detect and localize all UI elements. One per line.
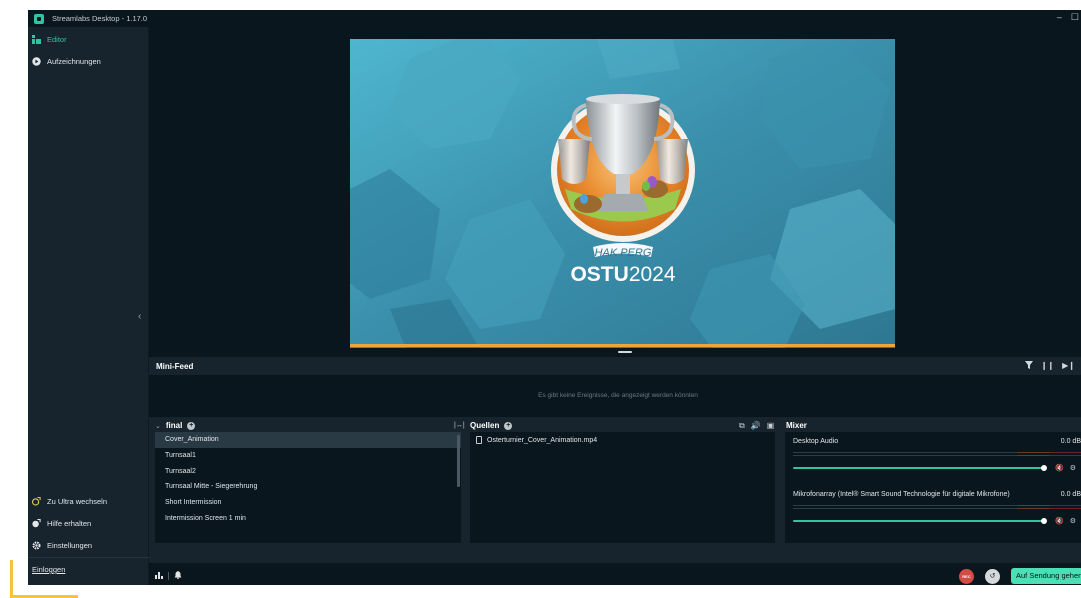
minifeed-empty-text: Es gibt keine Ereignisse, die angezeigt … [538, 391, 698, 399]
nav-help-label: Hilfe erhalten [47, 519, 92, 528]
volume-slider[interactable] [793, 520, 1045, 522]
preview-artwork: HAK PERG OSTU2024 [350, 39, 895, 348]
nav-recordings[interactable]: Aufzeichnungen [32, 57, 101, 66]
source-group-icon[interactable]: ⧉ [739, 421, 745, 431]
volume-meter [793, 452, 1081, 457]
dock-panels: ⌄ final + |↔| Cover_Animation Turnsaal1 … [149, 417, 1081, 563]
file-icon [476, 436, 482, 444]
collapse-sidebar-icon[interactable]: ‹ [138, 311, 141, 322]
scene-item[interactable]: Turnsaal2 [155, 464, 461, 480]
scene-collection-name[interactable]: final [166, 421, 182, 430]
mixer-panel: Desktop Audio 0.0 dB 🔇 ⚙ Mikrofonarray (… [785, 432, 1081, 543]
footer-bar: REC ↺ Auf Sendung gehen [149, 567, 1081, 585]
source-audio-icon[interactable]: 🔊 [751, 421, 761, 431]
editor-main: HAK PERG OSTU2024 Mini-Feed ❙❙ ▶❙ Es gib… [149, 27, 1081, 585]
notification-bell-icon[interactable] [174, 571, 182, 581]
scene-item[interactable]: Intermission Screen 1 min [155, 511, 461, 527]
scenes-header: ⌄ final + [155, 421, 196, 430]
gear-icon[interactable]: ⚙ [1070, 464, 1076, 472]
window-title: Streamlabs Desktop - 1.17.0 [52, 14, 148, 23]
nav-ultra-label: Zu Ultra wechseln [47, 497, 108, 506]
scene-item[interactable]: Turnsaal1 [155, 448, 461, 464]
app-window: Streamlabs Desktop - 1.17.0 – ☐ Editor A… [28, 10, 1081, 585]
scene-list-scrollbar[interactable] [457, 435, 460, 487]
add-scene-icon[interactable]: + [187, 421, 196, 430]
add-source-icon[interactable]: + [504, 421, 513, 430]
chevron-down-icon[interactable]: ⌄ [155, 422, 161, 430]
mute-icon[interactable]: 🔇 [1055, 517, 1064, 525]
title-bar: Streamlabs Desktop - 1.17.0 – ☐ [28, 10, 1081, 27]
mute-icon[interactable]: 🔇 [1055, 464, 1064, 472]
ultra-icon [32, 497, 41, 506]
editor-icon [32, 35, 41, 44]
mixer-title: Mixer [786, 421, 807, 430]
footer-left [155, 571, 182, 581]
replay-buffer-icon[interactable]: ↺ [985, 569, 1000, 584]
mixer-channel-name: Mikrofonarray (Intel® Smart Sound Techno… [793, 491, 1010, 498]
minimize-button[interactable]: – [1057, 12, 1062, 23]
mixer-channel-volume: 0.0 dB [1060, 438, 1081, 445]
nav-recordings-label: Aufzeichnungen [47, 57, 101, 66]
mixer-channel-controls: 🔇 ⚙ [1055, 517, 1076, 525]
minifeed-body: Es gibt keine Ereignisse, die angezeigt … [155, 378, 1081, 412]
gear-icon[interactable]: ⚙ [1070, 517, 1076, 525]
go-live-button[interactable]: Auf Sendung gehen [1011, 568, 1081, 584]
nav-settings[interactable]: Einstellungen [32, 541, 92, 550]
logo-banner-text: HAK PERG [595, 247, 652, 259]
minifeed-header: Mini-Feed ❙❙ ▶❙ [149, 357, 1081, 375]
skip-icon[interactable]: ▶❙ [1062, 361, 1075, 371]
nav-settings-label: Einstellungen [47, 541, 93, 550]
nav-editor-label: Editor [47, 35, 67, 44]
scene-item[interactable]: Short Intermission [155, 495, 461, 511]
volume-meter [793, 505, 1081, 510]
gear-icon [32, 541, 41, 550]
source-item-label: Osterturnier_Cover_Animation.mp4 [487, 436, 598, 444]
streamlabs-logo-icon [34, 13, 44, 24]
left-nav: Editor Aufzeichnungen ‹ Zu Ultra wechsel… [28, 27, 149, 585]
mixer-header: Mixer [786, 421, 807, 430]
play-circle-icon [32, 57, 41, 66]
corner-highlight-marker [10, 560, 78, 598]
mixer-channel-volume: 0.0 dB [1060, 491, 1081, 498]
record-button[interactable]: REC [959, 569, 974, 584]
scene-list: Cover_Animation Turnsaal1 Turnsaal2 Turn… [155, 432, 461, 543]
scene-transition-icon[interactable]: |↔| [454, 422, 465, 429]
sources-title: Quellen [470, 421, 500, 430]
scene-item[interactable]: Cover_Animation [155, 432, 461, 448]
mixer-channel-controls: 🔇 ⚙ [1055, 464, 1076, 472]
performance-icon[interactable] [155, 571, 163, 581]
pause-icon[interactable]: ❙❙ [1041, 361, 1054, 371]
preview-resize-handle[interactable] [618, 351, 632, 353]
minifeed-title: Mini-Feed [156, 362, 194, 371]
volume-slider-knob[interactable] [1041, 465, 1047, 471]
preview-progress-bar [350, 344, 895, 347]
source-list: Osterturnier_Cover_Animation.mp4 [470, 432, 775, 543]
nav-divider [28, 557, 149, 558]
volume-slider-knob[interactable] [1041, 518, 1047, 524]
scene-item[interactable]: Turnsaal Mitte - Siegerehrung [155, 479, 461, 495]
window-controls: – ☐ [1057, 12, 1079, 23]
nav-help[interactable]: Hilfe erhalten [32, 519, 91, 528]
nav-ultra[interactable]: Zu Ultra wechseln [32, 497, 107, 506]
nav-editor[interactable]: Editor [32, 35, 67, 44]
help-icon [32, 519, 41, 528]
mixer-channel-name: Desktop Audio [793, 438, 839, 445]
minifeed-controls: ❙❙ ▶❙ [1024, 361, 1075, 371]
sources-header: Quellen + [470, 421, 513, 430]
volume-slider[interactable] [793, 467, 1045, 469]
stream-preview[interactable]: HAK PERG OSTU2024 [350, 39, 895, 348]
footer-divider [168, 572, 169, 580]
folder-icon[interactable]: ▣ [767, 421, 775, 431]
filter-icon[interactable] [1024, 361, 1033, 371]
source-item[interactable]: Osterturnier_Cover_Animation.mp4 [476, 436, 597, 444]
logo-title-text: OSTU2024 [570, 263, 675, 286]
source-tools: ⧉ 🔊 ▣ [739, 421, 774, 431]
maximize-button[interactable]: ☐ [1071, 12, 1079, 23]
